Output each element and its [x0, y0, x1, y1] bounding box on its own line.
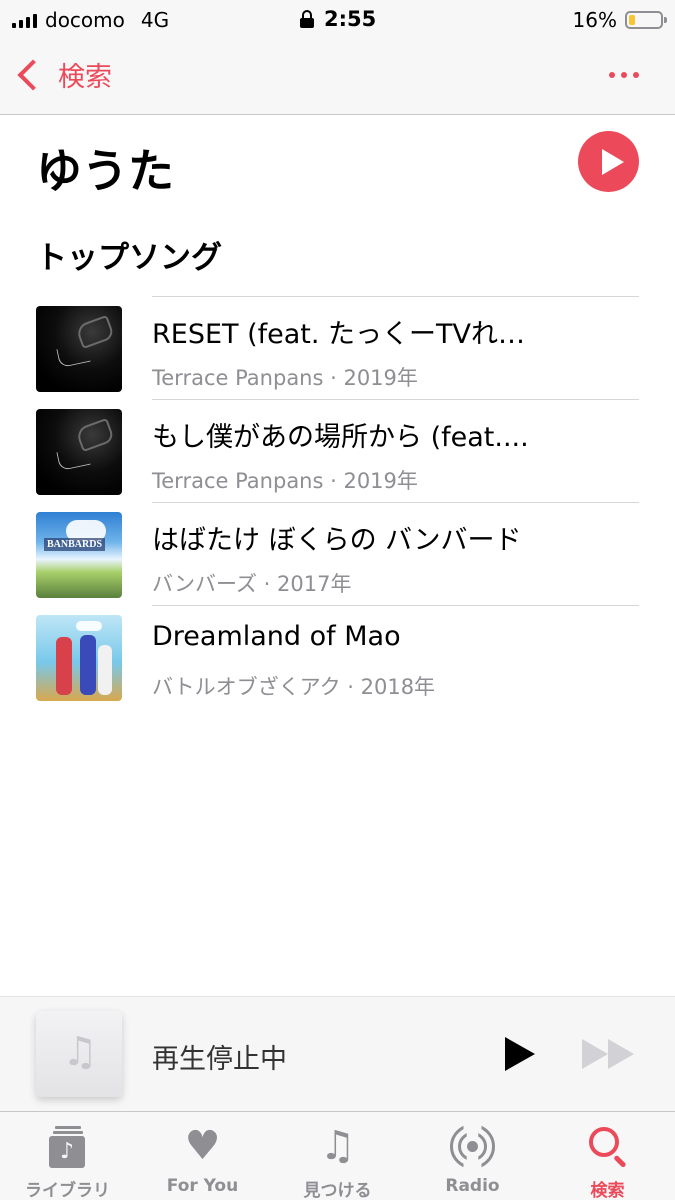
- heart-icon: ♥: [184, 1123, 221, 1169]
- play-button[interactable]: [505, 1037, 535, 1071]
- search-icon: [585, 1124, 630, 1169]
- song-row[interactable]: BANBARDS はばたけ ぼくらの バンバード バンバーズ · 2017年: [0, 502, 675, 605]
- carrier-label: docomo: [45, 8, 125, 32]
- divider: [152, 605, 639, 606]
- navigation-bar: 検索: [0, 38, 675, 115]
- top-songs-heading[interactable]: トップソング: [36, 232, 222, 277]
- tab-label: Radio: [445, 1176, 500, 1196]
- song-subtitle: バンバーズ · 2017年: [152, 572, 352, 596]
- song-row[interactable]: Dreamland of Mao バトルオブざくアク · 2018年: [0, 605, 675, 708]
- radio-icon: [450, 1124, 495, 1169]
- back-button-label: 検索: [58, 62, 112, 93]
- divider: [152, 502, 639, 503]
- tab-browse[interactable]: ♫ 見つける: [270, 1112, 405, 1201]
- orientation-lock-icon: [300, 10, 314, 28]
- status-bar: docomo 4G 2:55 16%: [0, 0, 675, 38]
- tab-search[interactable]: 検索: [540, 1112, 675, 1201]
- song-title: Dreamland of Mao: [152, 621, 401, 652]
- status-right: 16%: [572, 8, 667, 32]
- tab-library[interactable]: ♪ ライブラリ: [0, 1112, 135, 1201]
- fast-forward-button[interactable]: [582, 1039, 634, 1069]
- status-center: 2:55: [300, 7, 376, 31]
- chevron-left-icon: [17, 58, 49, 91]
- tab-label: 見つける: [303, 1181, 372, 1201]
- mini-player[interactable]: ♫ 再生停止中: [0, 996, 675, 1111]
- song-subtitle: Terrace Panpans · 2019年: [152, 469, 418, 493]
- tab-label: 検索: [590, 1181, 625, 1201]
- play-artist-button[interactable]: [578, 131, 639, 192]
- tab-bar: ♪ ライブラリ ♥ For You ♫ 見つける Radio 検索: [0, 1111, 675, 1201]
- network-label: 4G: [140, 8, 170, 32]
- album-artwork: [36, 409, 122, 495]
- now-playing-status[interactable]: 再生停止中: [152, 1037, 287, 1076]
- battery-percent: 16%: [572, 8, 617, 32]
- song-title: はばたけ ぼくらの バンバード: [152, 525, 522, 556]
- song-row[interactable]: もし僕があの場所から (feat.... Terrace Panpans · 2…: [0, 399, 675, 502]
- music-note-icon: ♫: [62, 1029, 98, 1075]
- divider: [152, 296, 639, 297]
- song-row[interactable]: RESET (feat. たっくーTVれ… Terrace Panpans · …: [0, 296, 675, 399]
- more-options-icon[interactable]: [609, 72, 639, 78]
- tab-label: ライブラリ: [25, 1181, 110, 1201]
- song-title: もし僕があの場所から (feat....: [152, 422, 529, 453]
- divider: [152, 399, 639, 400]
- battery-icon: [625, 11, 667, 29]
- top-songs-list: RESET (feat. たっくーTVれ… Terrace Panpans · …: [0, 296, 675, 708]
- album-artwork: BANBARDS: [36, 512, 122, 598]
- now-playing-artwork[interactable]: ♫: [36, 1011, 122, 1097]
- tab-label: For You: [166, 1176, 239, 1196]
- album-artwork: [36, 615, 122, 701]
- song-title: RESET (feat. たっくーTVれ…: [152, 319, 526, 350]
- play-icon: [602, 149, 624, 175]
- tab-radio[interactable]: Radio: [405, 1112, 540, 1200]
- tab-for-you[interactable]: ♥ For You: [135, 1112, 270, 1200]
- album-artwork: [36, 306, 122, 392]
- album-logo: BANBARDS: [44, 538, 106, 551]
- song-subtitle: バトルオブざくアク · 2018年: [152, 675, 436, 699]
- song-subtitle: Terrace Panpans · 2019年: [152, 366, 418, 390]
- signal-strength-icon: [12, 12, 37, 28]
- music-note-icon: ♫: [319, 1123, 356, 1169]
- clock: 2:55: [324, 7, 377, 31]
- back-button[interactable]: 検索: [14, 55, 112, 94]
- library-icon: ♪: [45, 1124, 90, 1169]
- status-left: docomo 4G: [12, 8, 169, 32]
- artist-name: ゆうた: [36, 144, 174, 198]
